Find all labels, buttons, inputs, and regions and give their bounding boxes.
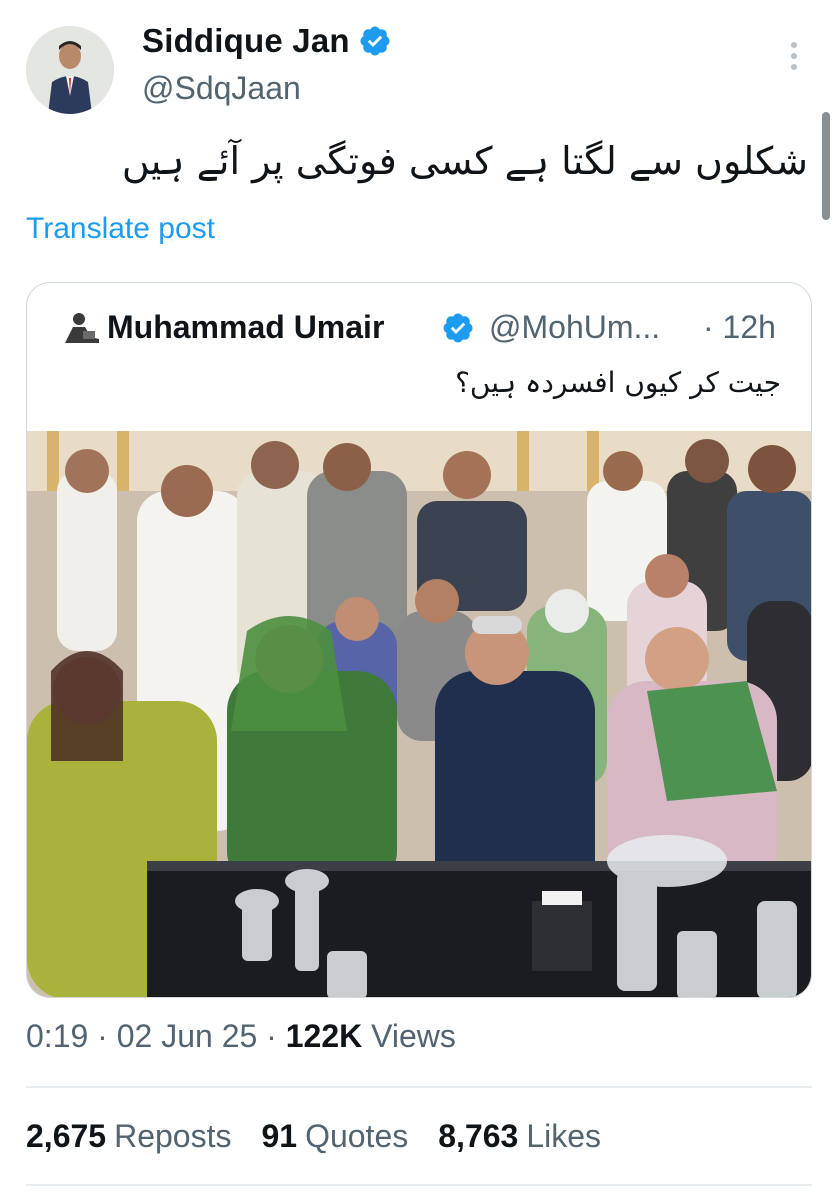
quoted-timestamp: · 12h (703, 309, 776, 345)
quotes-count: 91 (261, 1118, 298, 1154)
quotes-stat[interactable]: 91 Quotes (261, 1118, 408, 1155)
meta-separator: · (257, 1018, 286, 1054)
quoted-verified-badge-icon (443, 313, 473, 343)
quoted-author-name: Muhammad Umair (107, 309, 385, 345)
more-vertical-icon[interactable] (786, 42, 802, 78)
divider (26, 1086, 812, 1088)
reposts-label: Reposts (114, 1118, 232, 1154)
author-name[interactable]: Siddique Jan (142, 22, 350, 60)
reposts-count: 2,675 (26, 1118, 107, 1154)
quotes-label: Quotes (305, 1118, 409, 1154)
likes-stat[interactable]: 8,763 Likes (438, 1118, 601, 1155)
reposts-stat[interactable]: 2,675 Reposts (26, 1118, 231, 1155)
likes-label: Likes (526, 1118, 602, 1154)
quoted-post-photo[interactable] (27, 431, 811, 997)
meta-separator: · (88, 1018, 117, 1054)
likes-count: 8,763 (438, 1118, 519, 1154)
author-avatar-image (26, 26, 114, 114)
quoted-post-card[interactable]: Muhammad Umair @MohUm... · 12h جیت کر کی… (26, 282, 812, 998)
author-name-row: Siddique Jan (142, 22, 392, 60)
post-text: شکلوں سے لگتا ہے کسی فوتگی پر آئے ہیں (121, 139, 808, 183)
author-handle[interactable]: @SdqJaan (142, 70, 301, 107)
engagement-stats: 2,675 Reposts 91 Quotes 8,763 Likes (26, 1118, 601, 1155)
translate-post-link[interactable]: Translate post (26, 212, 215, 246)
verified-badge-icon (360, 26, 390, 56)
post-meta: 0:19 · 02 Jun 25 · 122K Views (26, 1018, 456, 1055)
quoted-author-handle: @MohUm... (489, 309, 661, 345)
views-label[interactable]: Views (371, 1018, 456, 1054)
scrollbar-thumb[interactable] (822, 112, 830, 220)
views-count[interactable]: 122K (286, 1018, 363, 1054)
photo-crowd-illustration (27, 431, 811, 997)
divider (26, 1184, 812, 1186)
post-time[interactable]: 0:19 (26, 1018, 88, 1054)
author-avatar[interactable] (26, 26, 114, 114)
quoted-post-text: جیت کر کیوں افسردہ ہیں؟ (455, 366, 781, 399)
post-date[interactable]: 02 Jun 25 (117, 1018, 258, 1054)
quoted-author-avatar[interactable] (59, 309, 103, 349)
tweet-detail: Siddique Jan @SdqJaan شکلوں سے لگتا ہے ک… (0, 0, 838, 1200)
